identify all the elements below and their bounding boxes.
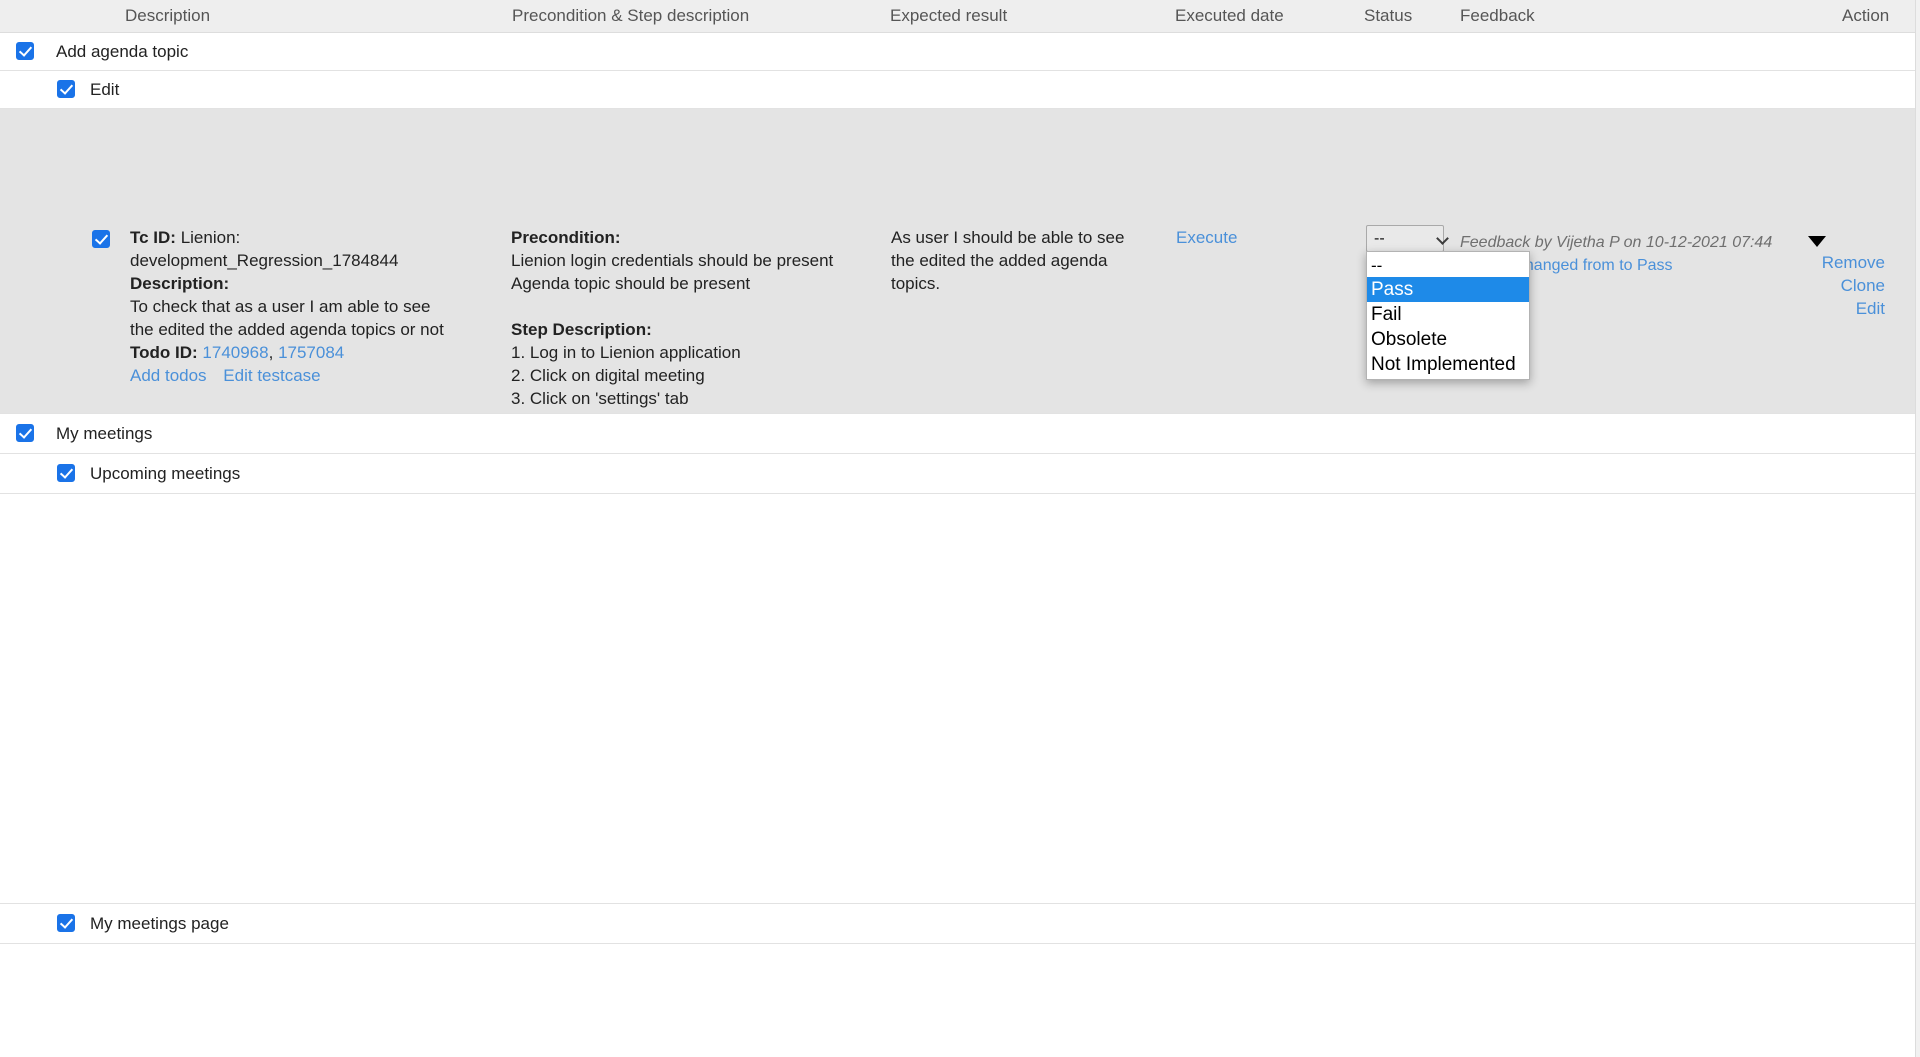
edit-testcase-link[interactable]: Edit testcase	[223, 366, 320, 385]
group-checkbox-upcoming-meetings[interactable]	[57, 464, 75, 482]
group-checkbox-my-meetings[interactable]	[16, 424, 34, 442]
group-checkbox-my-meetings-page[interactable]	[57, 914, 75, 932]
action-cell: Remove Clone Edit	[1795, 251, 1885, 320]
column-header-action: Action	[1842, 6, 1890, 25]
feedback-expand-caret-icon[interactable]	[1808, 236, 1826, 247]
vertical-scrollbar[interactable]	[1915, 0, 1920, 1057]
todo-id-link[interactable]: 1740968	[202, 343, 268, 362]
column-header-executed-date: Executed date	[1175, 6, 1284, 25]
todo-id-label: Todo ID:	[130, 343, 198, 362]
step-line: 3. Click on 'settings' tab	[511, 389, 689, 408]
edit-link[interactable]: Edit	[1795, 297, 1885, 320]
table-header-row: Description Precondition & Step descript…	[0, 0, 1920, 33]
column-header-precondition: Precondition & Step description	[512, 6, 750, 25]
remove-link[interactable]: Remove	[1795, 251, 1885, 274]
table-row: Tc ID: Lienion: development_Regression_1…	[0, 944, 1920, 1057]
todo-id-link[interactable]: 1757084	[278, 343, 344, 362]
step-description-label: Step Description:	[511, 320, 652, 339]
dropdown-option-fail[interactable]: Fail	[1367, 302, 1529, 327]
group-row-add-agenda-topic[interactable]: Add agenda topic	[0, 33, 1920, 71]
description-label: Description:	[130, 274, 230, 293]
testcase-table-page: Description Precondition & Step descript…	[0, 0, 1920, 1057]
table-row: Tc ID: Lienion: development_Regression_1…	[0, 494, 1920, 1057]
dropdown-option-pass[interactable]: Pass	[1367, 277, 1529, 302]
precondition-line: Agenda topic should be present	[511, 274, 751, 293]
expected-result-cell: As user I should be able to see the edit…	[891, 228, 1125, 293]
precondition-line: Lienion login credentials should be pres…	[511, 251, 834, 270]
column-header-status: Status	[1364, 6, 1413, 25]
precondition-label: Precondition:	[511, 228, 621, 247]
column-header-description: Description	[125, 6, 211, 25]
status-dropdown-menu[interactable]: -- Pass Fail Obsolete Not Implemented	[1366, 251, 1530, 380]
execute-link[interactable]: Execute	[1176, 228, 1237, 247]
group-label: My meetings page	[90, 914, 229, 933]
dropdown-option-obsolete[interactable]: Obsolete	[1367, 327, 1529, 352]
group-row-my-meetings-page[interactable]: My meetings page	[0, 904, 1920, 944]
table-row: Tc ID: Lienion: development_Regression_1…	[0, 109, 1920, 523]
group-row-upcoming-meetings[interactable]: Upcoming meetings	[0, 454, 1920, 494]
description-text: To check that as a user I am able to see…	[130, 297, 444, 339]
group-row-my-meetings[interactable]: My meetings	[0, 414, 1920, 454]
testcase-checkbox[interactable]	[92, 230, 110, 248]
group-checkbox-add-agenda-topic[interactable]	[16, 42, 34, 60]
dropdown-option-dash[interactable]: --	[1367, 253, 1529, 277]
group-label: Add agenda topic	[56, 42, 189, 61]
testcase-description-cell: Tc ID: Lienion: development_Regression_1…	[130, 226, 450, 387]
group-label: My meetings	[56, 424, 153, 443]
group-label: Upcoming meetings	[90, 464, 241, 483]
status-select[interactable]: -- Pass Fail Obsolete Not Implemented	[1366, 225, 1444, 252]
column-header-feedback: Feedback	[1460, 6, 1535, 25]
add-todos-link[interactable]: Add todos	[130, 366, 207, 385]
group-row-edit[interactable]: Edit	[0, 71, 1920, 109]
tc-id-label: Tc ID:	[130, 228, 176, 247]
step-line: 1. Log in to Lienion application	[511, 343, 741, 362]
status-cell: -- Pass Fail Obsolete Not Implemented	[1366, 225, 1456, 252]
group-checkbox-edit[interactable]	[57, 80, 75, 98]
step-line: 2. Click on digital meeting	[511, 366, 705, 385]
executed-date-cell: Execute	[1176, 226, 1326, 249]
dropdown-option-not-implemented[interactable]: Not Implemented	[1367, 352, 1529, 377]
column-header-expected: Expected result	[890, 6, 1008, 25]
group-label: Edit	[90, 80, 120, 99]
status-select-wrapper[interactable]: -- Pass Fail Obsolete Not Implemented	[1366, 225, 1456, 252]
clone-link[interactable]: Clone	[1795, 274, 1885, 297]
